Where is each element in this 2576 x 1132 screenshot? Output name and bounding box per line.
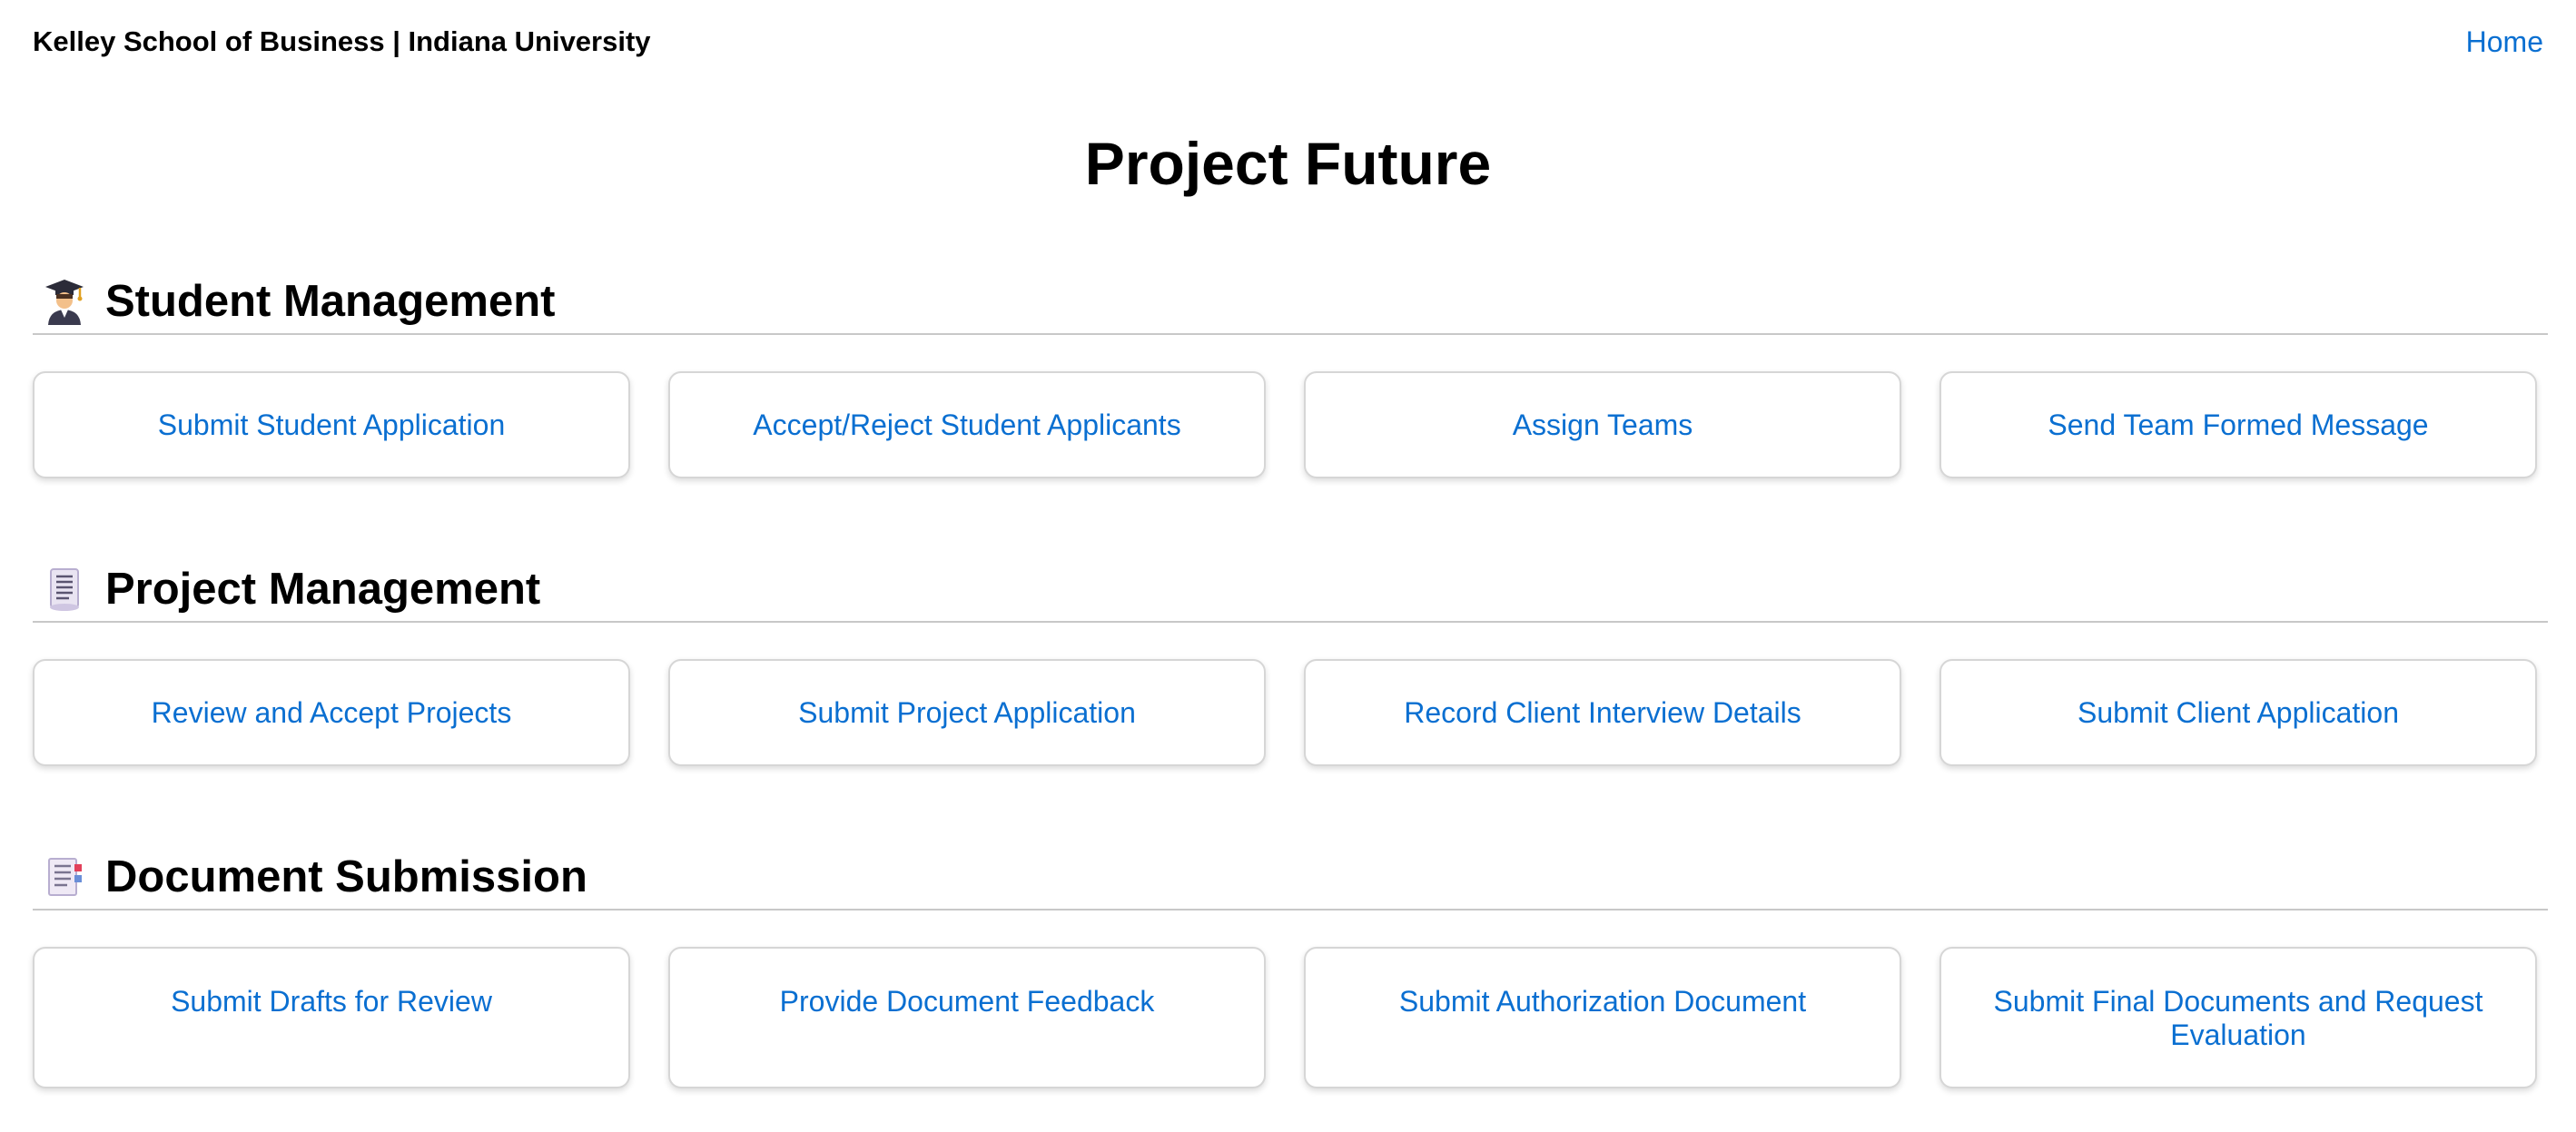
card-label[interactable]: Review and Accept Projects xyxy=(152,696,512,730)
card-label[interactable]: Record Client Interview Details xyxy=(1404,696,1801,730)
section-header: Document Submission xyxy=(33,845,2548,911)
section-student-management: Student Management Submit Student Applic… xyxy=(33,270,2548,478)
submit-student-application-card[interactable]: Submit Student Application xyxy=(33,371,630,478)
home-link[interactable]: Home xyxy=(2466,25,2543,59)
card-label[interactable]: Submit Authorization Document xyxy=(1399,985,1806,1019)
card-row: Submit Drafts for Review Provide Documen… xyxy=(33,947,2548,1088)
submit-authorization-document-card[interactable]: Submit Authorization Document xyxy=(1304,947,1901,1088)
card-label[interactable]: Submit Project Application xyxy=(798,696,1136,730)
card-label[interactable]: Send Team Formed Message xyxy=(2048,409,2428,442)
send-team-formed-message-card[interactable]: Send Team Formed Message xyxy=(1939,371,2537,478)
section-project-management: Project Management Review and Accept Pro… xyxy=(33,557,2548,766)
card-label[interactable]: Submit Client Application xyxy=(2078,696,2399,730)
provide-document-feedback-card[interactable]: Provide Document Feedback xyxy=(668,947,1266,1088)
student-graduate-icon xyxy=(44,278,85,325)
submit-client-application-card[interactable]: Submit Client Application xyxy=(1939,659,2537,766)
section-header: Project Management xyxy=(33,557,2548,623)
card-label[interactable]: Submit Final Documents and Request Evalu… xyxy=(1985,985,2492,1052)
bookmark-tabs-icon xyxy=(44,853,85,901)
card-label[interactable]: Submit Drafts for Review xyxy=(171,985,492,1019)
assign-teams-card[interactable]: Assign Teams xyxy=(1304,371,1901,478)
section-title: Project Management xyxy=(105,565,541,614)
top-bar: Kelley School of Business | Indiana Univ… xyxy=(33,20,2543,64)
card-row: Review and Accept Projects Submit Projec… xyxy=(33,659,2548,766)
card-label[interactable]: Assign Teams xyxy=(1513,409,1693,442)
card-row: Submit Student Application Accept/Reject… xyxy=(33,371,2548,478)
card-label[interactable]: Submit Student Application xyxy=(158,409,505,442)
review-and-accept-projects-card[interactable]: Review and Accept Projects xyxy=(33,659,630,766)
accept-reject-student-applicants-card[interactable]: Accept/Reject Student Applicants xyxy=(668,371,1266,478)
submit-project-application-card[interactable]: Submit Project Application xyxy=(668,659,1266,766)
section-document-submission: Document Submission Submit Drafts for Re… xyxy=(33,845,2548,1088)
scroll-document-icon xyxy=(44,566,85,613)
record-client-interview-details-card[interactable]: Record Client Interview Details xyxy=(1304,659,1901,766)
submit-drafts-for-review-card[interactable]: Submit Drafts for Review xyxy=(33,947,630,1088)
card-label[interactable]: Provide Document Feedback xyxy=(780,985,1155,1019)
section-header: Student Management xyxy=(33,270,2548,335)
brand-name: Kelley School of Business | Indiana Univ… xyxy=(33,25,651,57)
section-title: Document Submission xyxy=(105,852,587,901)
page-title: Project Future xyxy=(1084,130,1492,197)
submit-final-documents-card[interactable]: Submit Final Documents and Request Evalu… xyxy=(1939,947,2537,1088)
card-label[interactable]: Accept/Reject Student Applicants xyxy=(753,409,1180,442)
section-title: Student Management xyxy=(105,277,556,326)
